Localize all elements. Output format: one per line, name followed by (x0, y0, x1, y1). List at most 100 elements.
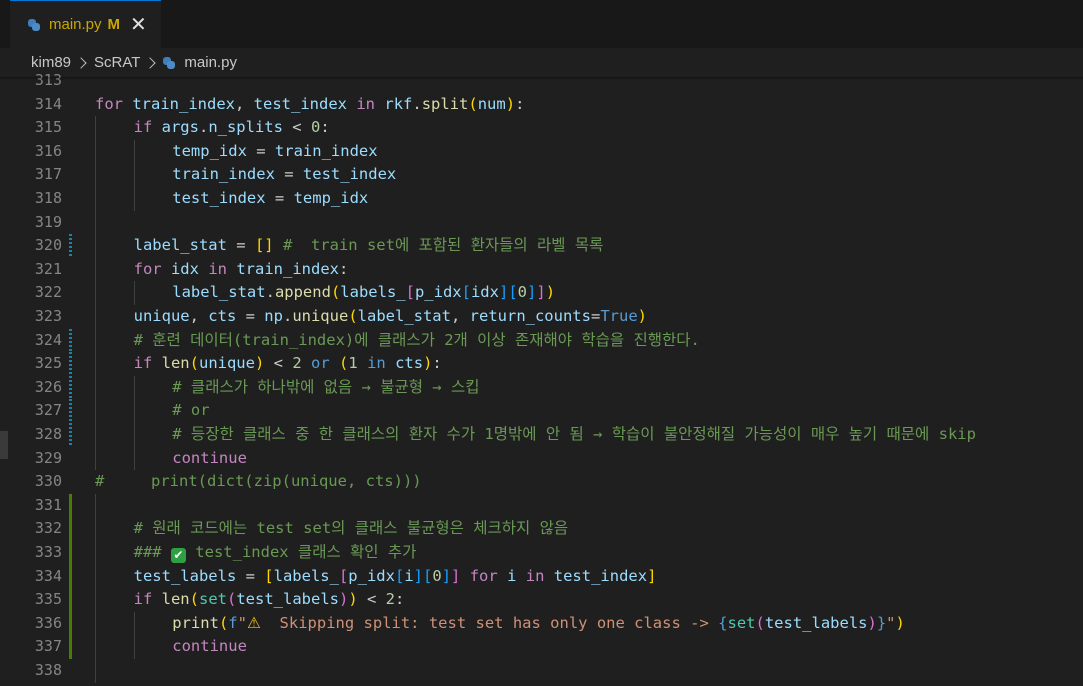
line-number: 316 (34, 141, 62, 160)
added-gutter-marker[interactable] (69, 588, 72, 612)
indent-guide (95, 210, 96, 235)
code-token: ) (545, 283, 556, 302)
indent-guide (95, 305, 96, 329)
code-token: append (274, 283, 331, 302)
code-text: # or (172, 399, 209, 423)
code-line[interactable]: 329 continue (0, 446, 1083, 471)
code-token: [ (264, 566, 274, 585)
code-line[interactable]: 321 for idx in train_index: (0, 257, 1083, 282)
code-line[interactable]: 324 # 훈련 데이터(train_index)에 클래스가 2개 이상 존재해… (0, 328, 1083, 353)
code-line[interactable]: 333 ### ✔ test_index 클래스 확인 추가 (0, 541, 1083, 565)
code-line[interactable]: 325 if len(unique) < 2 or (1 in cts): (0, 352, 1083, 376)
code-text: # print(dict(zip(unique, cts))) (95, 470, 422, 494)
indent-guide (95, 399, 96, 423)
added-gutter-marker[interactable] (69, 635, 72, 659)
line-number: 337 (34, 637, 62, 656)
code-line[interactable]: 326 # 클래스가 하나밖에 없음 → 불균형 → 스킵 (0, 375, 1083, 400)
code-line[interactable]: 336 print(f"⚠ Skipping split: test set ha… (0, 611, 1083, 636)
code-line[interactable]: 338 (0, 659, 1083, 683)
code-text: if args.n_splits < 0: (134, 116, 330, 140)
line-number: 323 (34, 307, 62, 325)
line-number: 332 (34, 519, 62, 538)
python-icon (28, 18, 40, 31)
code-token: , (450, 307, 470, 325)
code-line[interactable]: 314 for train_index, test_index in rkf.sp… (0, 93, 1083, 117)
added-gutter-marker[interactable] (69, 493, 72, 518)
code-line[interactable]: 337 continue (0, 635, 1083, 659)
code-token: , (189, 307, 209, 325)
line-number: 315 (34, 118, 62, 137)
code-token: ) (637, 307, 647, 325)
code-token: ] (451, 566, 461, 585)
code-line[interactable]: 319 (0, 210, 1083, 235)
code-token: if (133, 590, 153, 609)
added-gutter-marker[interactable] (69, 564, 72, 589)
code-text: label_stat = [] # train set에 포함된 환자들의 라벨… (134, 234, 604, 258)
added-gutter-marker[interactable] (69, 517, 72, 541)
code-line[interactable]: 332 # 원래 코드에는 test set의 클래스 불균형은 체크하지 않음 (0, 517, 1083, 541)
code-token: ) (895, 613, 905, 632)
code-token: = (590, 307, 601, 325)
modified-gutter-marker[interactable] (69, 399, 72, 423)
modified-gutter-marker[interactable] (69, 328, 72, 353)
code-token: ( (468, 94, 478, 113)
code-line[interactable]: 313 (0, 69, 1083, 93)
code-token: ( (218, 613, 229, 632)
line-number: 313 (34, 71, 62, 89)
code-line[interactable]: 322 label_stat.append(labels_[p_idx[idx][… (0, 281, 1083, 305)
code-text: test_labels = [labels_[p_idx[i][0]] for … (134, 565, 657, 589)
code-token: = (274, 165, 303, 184)
added-gutter-marker[interactable] (69, 541, 72, 565)
code-token: if (133, 118, 153, 137)
code-line[interactable]: 315 if args.n_splits < 0: (0, 116, 1083, 140)
code-token: if (133, 354, 153, 373)
code-line[interactable]: 330 # print(dict(zip(unique, cts))) (0, 470, 1083, 494)
code-token: 2 (292, 354, 302, 373)
code-line[interactable]: 335 if len(set(test_labels)) < 2: (0, 588, 1083, 612)
code-token: label_stat (133, 236, 227, 255)
added-gutter-marker[interactable] (69, 611, 72, 636)
code-text: continue (172, 447, 247, 471)
editor-tab-main-py[interactable]: main.py M ✕ (10, 0, 161, 48)
code-line[interactable]: 334 test_labels = [labels_[p_idx[i][0]] f… (0, 564, 1083, 589)
code-line[interactable]: 318 test_index = temp_idx (0, 187, 1083, 211)
code-token: : (432, 354, 442, 373)
modified-gutter-marker[interactable] (69, 352, 72, 376)
code-line[interactable]: 331 (0, 493, 1083, 518)
code-text: train_index = test_index (172, 163, 396, 187)
code-line[interactable]: 323 unique, cts = np.unique(label_stat, r… (0, 305, 1083, 329)
indent-guide (95, 281, 96, 305)
code-line[interactable]: 320 label_stat = [] # train set에 포함된 환자들의… (0, 234, 1083, 258)
code-token: . (198, 118, 209, 137)
code-token: print (172, 613, 219, 632)
indent-guide (133, 446, 135, 471)
line-number: 318 (34, 189, 62, 207)
code-token: n_splits (208, 118, 283, 137)
line-number: 324 (34, 330, 62, 349)
modified-gutter-marker[interactable] (69, 234, 72, 258)
code-token: ) (505, 94, 516, 113)
code-token: : (320, 118, 330, 137)
close-icon[interactable]: ✕ (130, 15, 147, 35)
chevron-right-icon (144, 56, 157, 69)
code-token: " (886, 613, 896, 632)
code-text: for idx in train_index: (134, 258, 349, 282)
indent-guide (133, 375, 135, 400)
code-line[interactable]: 327 # or (0, 399, 1083, 423)
code-token: test_index (172, 189, 266, 207)
modified-gutter-marker[interactable] (69, 375, 72, 400)
code-token: = (226, 236, 255, 255)
tab-filename: main.py (49, 16, 102, 33)
code-editor[interactable]: 313 314 for train_index, test_index in rkf… (0, 69, 1083, 686)
code-token: ( (339, 354, 349, 373)
code-line[interactable]: 316 temp_idx = train_index (0, 139, 1083, 164)
code-line[interactable]: 328 # 등장한 클래스 중 한 클래스의 환자 수가 1명밖에 안 됨 → 학… (0, 423, 1083, 447)
code-token: continue (172, 637, 247, 656)
code-line[interactable]: 317 train_index = test_index (0, 163, 1083, 187)
modified-gutter-marker[interactable] (69, 423, 72, 447)
code-token: [ (461, 283, 471, 302)
